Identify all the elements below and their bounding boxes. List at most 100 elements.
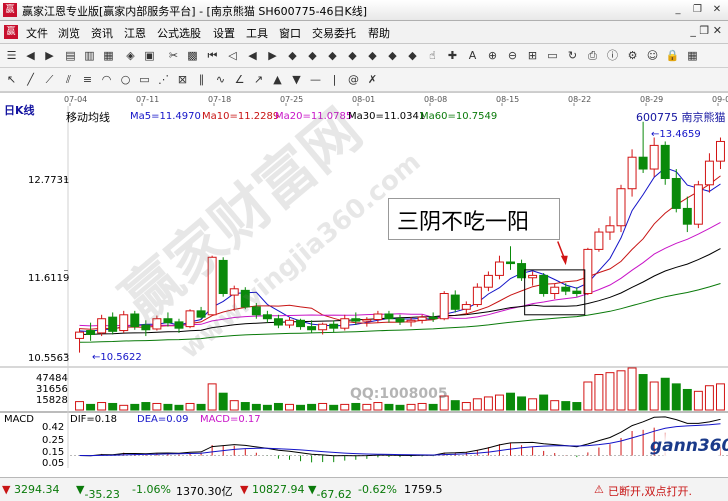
diamond3-icon[interactable]: ◆ bbox=[324, 47, 341, 64]
sh-index: 3294.34 bbox=[14, 483, 60, 496]
menu-file[interactable]: 文件 bbox=[26, 25, 48, 41]
candle-body-down bbox=[141, 324, 151, 331]
menu-settings[interactable]: 设置 bbox=[213, 25, 235, 41]
close-icon[interactable]: ✕ bbox=[710, 3, 724, 17]
kline-icon[interactable]: ▥ bbox=[81, 47, 98, 64]
menu-stock-picker[interactable]: 公式选股 bbox=[157, 25, 201, 41]
candle-body-up bbox=[494, 261, 504, 276]
volume-bar-up bbox=[185, 402, 195, 411]
macd-dif: DIF=0.18 bbox=[70, 414, 118, 425]
mark-down-icon[interactable]: ▼ bbox=[288, 71, 305, 88]
date-tick: 08-08 bbox=[424, 95, 447, 104]
kline-chart-panel[interactable]: 07-04 07-11 07-18 07-25 08-01 08-08 08-15 08-22… bbox=[0, 92, 728, 476]
connection-status[interactable]: 已断开,双点打开. bbox=[608, 483, 692, 499]
volume-bar-down bbox=[174, 404, 184, 411]
info-icon[interactable]: ⓘ bbox=[604, 47, 621, 64]
crosshair-icon[interactable]: ✚ bbox=[444, 47, 461, 64]
menu-help[interactable]: 帮助 bbox=[368, 25, 390, 41]
menu-icon[interactable]: ☰ bbox=[3, 47, 20, 64]
arrow-tool-icon[interactable]: ↗ bbox=[250, 71, 267, 88]
diamond4-icon[interactable]: ◆ bbox=[344, 47, 361, 64]
macd-title: MACD bbox=[4, 414, 34, 425]
volume-bar-down bbox=[196, 403, 206, 411]
play-right-icon[interactable]: ▶ bbox=[264, 47, 281, 64]
lock-icon[interactable]: 🔒 bbox=[664, 47, 681, 64]
candle-body-down bbox=[130, 313, 140, 328]
sh-amount: 1370.30亿 bbox=[176, 485, 233, 498]
table-icon[interactable]: ▦ bbox=[100, 47, 117, 64]
report-icon[interactable]: ▣ bbox=[141, 47, 158, 64]
zoom-out-icon[interactable]: ⊖ bbox=[504, 47, 521, 64]
wave-tool-icon[interactable]: ∿ bbox=[212, 71, 229, 88]
date-tick: 07-18 bbox=[208, 95, 231, 104]
diamond5-icon[interactable]: ◆ bbox=[364, 47, 381, 64]
mdi-controls[interactable]: _ ❐ ✕ bbox=[690, 24, 722, 37]
ma30-legend: Ma30=11.0341 bbox=[348, 111, 426, 122]
refresh-icon[interactable]: ↻ bbox=[564, 47, 581, 64]
volume-bar-up bbox=[97, 402, 107, 411]
settings-icon[interactable]: ⚙ bbox=[624, 47, 641, 64]
first-icon[interactable]: ⏮ bbox=[204, 47, 221, 64]
arc-tool-icon[interactable]: ◠ bbox=[98, 71, 115, 88]
candle-body-down bbox=[671, 177, 681, 209]
analysis-icon[interactable]: ◈ bbox=[122, 47, 139, 64]
volume-bar-down bbox=[251, 403, 261, 411]
rect-tool-icon[interactable]: ▭ bbox=[136, 71, 153, 88]
fit-icon[interactable]: ⊞ bbox=[524, 47, 541, 64]
menu-browse[interactable]: 浏览 bbox=[58, 25, 80, 41]
macd-dea-line bbox=[79, 423, 721, 457]
angle-tool-icon[interactable]: ∠ bbox=[231, 71, 248, 88]
volume-bar-down bbox=[506, 392, 515, 411]
sh-index-icon: ▼ bbox=[2, 483, 11, 496]
scissors-icon[interactable]: ✂ bbox=[165, 47, 182, 64]
delete-tool-icon[interactable]: ✗ bbox=[364, 71, 381, 88]
volume-bar-up bbox=[75, 401, 85, 411]
user-icon[interactable]: ☺ bbox=[644, 47, 661, 64]
back-icon[interactable]: ◀ bbox=[22, 47, 39, 64]
cycle-tool-icon[interactable]: ∥ bbox=[193, 71, 210, 88]
prev-icon[interactable]: ◁ bbox=[224, 47, 241, 64]
menu-tools[interactable]: 工具 bbox=[246, 25, 268, 41]
ray-tool-icon[interactable]: ⟋ bbox=[41, 71, 58, 88]
diamond6-icon[interactable]: ◆ bbox=[384, 47, 401, 64]
volume-bar-down bbox=[351, 402, 361, 411]
hand-icon[interactable]: ☝ bbox=[424, 47, 441, 64]
diamond7-icon[interactable]: ◆ bbox=[404, 47, 421, 64]
layout-icon[interactable]: ▦ bbox=[684, 47, 701, 64]
circle-tool-icon[interactable]: ○ bbox=[117, 71, 134, 88]
text-tool-icon[interactable]: A bbox=[464, 47, 481, 64]
vline-tool-icon[interactable]: | bbox=[326, 71, 343, 88]
candle-body-up bbox=[152, 318, 162, 330]
gann-box-icon[interactable]: ⊠ bbox=[174, 71, 191, 88]
zoom-in-icon[interactable]: ⊕ bbox=[484, 47, 501, 64]
gann-fan-icon[interactable]: ⋰ bbox=[155, 71, 172, 88]
save-icon[interactable]: ▭ bbox=[544, 47, 561, 64]
play-left-icon[interactable]: ◀ bbox=[244, 47, 261, 64]
volume-bar-up bbox=[605, 372, 615, 411]
hline-tool-icon[interactable]: — bbox=[307, 71, 324, 88]
menu-gann[interactable]: 江恩 bbox=[124, 25, 146, 41]
line-tool-icon[interactable]: ╱ bbox=[22, 71, 39, 88]
chart-icon[interactable]: ▤ bbox=[62, 47, 79, 64]
spiral-tool-icon[interactable]: @ bbox=[345, 71, 362, 88]
restore-icon[interactable]: ❐ bbox=[691, 3, 705, 17]
volume-bar-down bbox=[262, 404, 272, 411]
forward-icon[interactable]: ▶ bbox=[41, 47, 58, 64]
menu-info[interactable]: 资讯 bbox=[91, 25, 113, 41]
volume-bar-up bbox=[417, 402, 427, 411]
minimize-icon[interactable]: _ bbox=[671, 3, 685, 17]
volume-bar-up bbox=[583, 381, 593, 411]
mark-up-icon[interactable]: ▲ bbox=[269, 71, 286, 88]
cursor-icon[interactable]: ↖ bbox=[3, 71, 20, 88]
candle-body-up bbox=[229, 288, 239, 296]
fib-tool-icon[interactable]: ≡ bbox=[79, 71, 96, 88]
diamond2-icon[interactable]: ◆ bbox=[304, 47, 321, 64]
print-icon[interactable]: ⎙ bbox=[584, 47, 601, 64]
menu-trade[interactable]: 交易委托 bbox=[312, 25, 356, 41]
candle-body-down bbox=[539, 274, 549, 295]
candle-body-down bbox=[428, 316, 438, 320]
grid-icon[interactable]: ▩ bbox=[184, 47, 201, 64]
menu-window[interactable]: 窗口 bbox=[279, 25, 301, 41]
channel-tool-icon[interactable]: ⫽ bbox=[60, 71, 77, 88]
diamond-icon[interactable]: ◆ bbox=[284, 47, 301, 64]
